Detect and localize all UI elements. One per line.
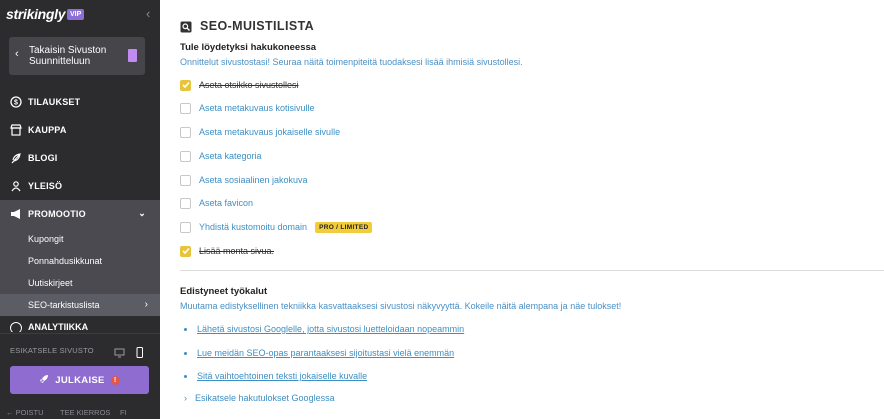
warning-icon: ! xyxy=(110,375,120,385)
sidebar-item-analytics[interactable]: ANALYTIIKKA xyxy=(0,316,160,332)
checklist-item-custom-domain[interactable]: Yhdistä kustomoitu domain PRO / LIMITED xyxy=(180,220,373,234)
checkbox[interactable] xyxy=(180,174,191,186)
chart-icon xyxy=(10,322,22,332)
mobile-icon[interactable] xyxy=(134,345,145,358)
sidebar-subitem-label: Ponnahdusikkunat xyxy=(28,256,103,266)
sidebar-subitem-label: SEO-tarkistuslista xyxy=(28,300,100,310)
sidebar-item-label: ANALYTIIKKA xyxy=(28,322,89,332)
checkbox[interactable] xyxy=(180,126,191,138)
sidebar-subitem-newsletters[interactable]: Uutiskirjeet xyxy=(0,272,160,294)
page-title: SEO-MUISTILISTA xyxy=(200,19,315,33)
checklist-item-favicon[interactable]: Aseta favicon xyxy=(180,196,253,210)
page-title-row: SEO-MUISTILISTA xyxy=(180,17,314,35)
checklist-item-label: Lisää monta sivua. xyxy=(199,246,275,256)
chevron-right-icon: › xyxy=(144,299,148,310)
checklist-item-label[interactable]: Aseta kategoria xyxy=(199,151,262,161)
bullet xyxy=(184,351,187,355)
sidebar-item-label: PROMOOTIO xyxy=(28,209,86,219)
bullet xyxy=(184,327,187,331)
language-selector[interactable]: FI xyxy=(120,408,127,417)
sidebar-subitem-seo-checklist[interactable]: SEO-tarkistuslista › xyxy=(0,294,160,316)
checklist-item-social-image[interactable]: Aseta sosiaalinen jakokuva xyxy=(180,173,308,187)
preview-google-results-toggle[interactable]: › Esikatsele hakutulokset Googlessa xyxy=(184,393,335,403)
dollar-circle-icon: $ xyxy=(10,96,22,108)
checkbox[interactable] xyxy=(180,102,191,114)
checklist-item-label[interactable]: Aseta metakuvaus kotisivulle xyxy=(199,103,315,113)
checklist-item-label[interactable]: Aseta metakuvaus jokaiselle sivulle xyxy=(199,127,340,137)
audience-icon xyxy=(10,180,22,192)
rocket-icon xyxy=(39,374,49,387)
publish-button[interactable]: JULKAISE ! xyxy=(10,366,149,394)
chevron-down-icon: ⌄ xyxy=(138,208,146,218)
link-label[interactable]: Lue meidän SEO-opas parantaaksesi sijoit… xyxy=(197,348,454,358)
checklist-item-label[interactable]: Aseta favicon xyxy=(199,198,253,208)
section-divider xyxy=(180,270,884,271)
expand-label[interactable]: Esikatsele hakutulokset Googlessa xyxy=(195,393,335,403)
preview-site-label: ESIKATSELE SIVUSTO xyxy=(10,346,94,355)
checkbox[interactable] xyxy=(180,221,191,233)
checklist-item-home-meta[interactable]: Aseta metakuvaus kotisivulle xyxy=(180,101,315,115)
link-alt-text[interactable]: Sitä vaihtoehtoinen teksti jokaiselle ku… xyxy=(184,370,367,382)
sidebar: strikingly VIP ‹ ‹ Takaisin Sivuston Suu… xyxy=(0,0,160,419)
checklist-item-label[interactable]: Yhdistä kustomoitu domain xyxy=(199,222,307,232)
link-submit-to-google[interactable]: Lähetä sivustosi Googlelle, jotta sivust… xyxy=(184,323,464,335)
sidebar-item-store[interactable]: KAUPPA xyxy=(0,116,160,144)
checkbox-checked[interactable] xyxy=(180,79,191,91)
sidebar-header: strikingly VIP ‹ xyxy=(0,0,160,30)
section-heading-findable: Tule löydetyksi hakukoneessa xyxy=(180,42,317,53)
quill-icon xyxy=(10,152,22,164)
checkbox[interactable] xyxy=(180,150,191,162)
sidebar-item-promotion[interactable]: PROMOOTIO ⌄ xyxy=(0,200,160,228)
checkbox[interactable] xyxy=(180,197,191,209)
vip-badge: VIP xyxy=(67,9,85,20)
sidebar-item-label: TILAUKSET xyxy=(28,97,81,107)
sidebar-nav: $ TILAUKSET KAUPPA BLOGI YLEISÖ PROMOOTI… xyxy=(0,88,160,332)
section-description-advanced: Muutama edistyksellinen tekniikka kasvat… xyxy=(180,301,622,311)
collapse-sidebar-icon[interactable]: ‹ xyxy=(146,6,150,21)
megaphone-icon xyxy=(10,208,22,220)
checklist-item-label: Aseta otsikko sivustollesi xyxy=(199,80,299,90)
strikingly-logo: strikingly xyxy=(6,6,66,22)
store-icon xyxy=(10,124,22,136)
desktop-icon[interactable] xyxy=(114,345,125,358)
checklist-item-category[interactable]: Aseta kategoria xyxy=(180,149,262,163)
take-tour-link[interactable]: TEE KIERROS xyxy=(60,408,110,417)
exit-link[interactable]: ← POISTU xyxy=(6,408,44,417)
link-label[interactable]: Sitä vaihtoehtoinen teksti jokaiselle ku… xyxy=(197,371,367,381)
sidebar-item-blog[interactable]: BLOGI xyxy=(0,144,160,172)
bullet xyxy=(184,374,187,378)
sidebar-item-label: KAUPPA xyxy=(28,125,67,135)
sidebar-item-label: BLOGI xyxy=(28,153,58,163)
checklist-item-multiple-pages[interactable]: Lisää monta sivua. xyxy=(180,244,274,258)
checklist-item-label[interactable]: Aseta sosiaalinen jakokuva xyxy=(199,175,308,185)
sidebar-subitem-label: Kupongit xyxy=(28,234,64,244)
preview-row: ESIKATSELE SIVUSTO xyxy=(10,344,150,358)
chevron-right-icon: › xyxy=(184,393,187,403)
back-to-editor-button[interactable]: ‹ Takaisin Sivuston Suunnitteluun xyxy=(9,37,145,75)
chevron-left-icon: ‹ xyxy=(15,48,19,60)
link-label[interactable]: Lähetä sivustosi Googlelle, jotta sivust… xyxy=(197,324,464,334)
sidebar-bottom: ESIKATSELE SIVUSTO JULKAISE ! ← POISTU T… xyxy=(0,333,160,419)
sidebar-item-label: YLEISÖ xyxy=(28,181,63,191)
sidebar-subitem-label: Uutiskirjeet xyxy=(28,278,73,288)
sidebar-footer: ← POISTU TEE KIERROS FI xyxy=(0,406,160,419)
back-button-label: Takaisin Sivuston Suunnitteluun xyxy=(29,45,107,67)
page-icon xyxy=(128,49,137,62)
sidebar-item-audience[interactable]: YLEISÖ xyxy=(0,172,160,200)
pro-limited-badge: PRO / LIMITED xyxy=(315,221,373,233)
search-icon xyxy=(180,20,192,33)
main-content: SEO-MUISTILISTA Tule löydetyksi hakukone… xyxy=(160,0,884,419)
sidebar-item-orders[interactable]: $ TILAUKSET xyxy=(0,88,160,116)
section-heading-advanced: Edistyneet työkalut xyxy=(180,286,268,297)
app-window: strikingly VIP ‹ ‹ Takaisin Sivuston Suu… xyxy=(0,0,884,419)
checklist-item-site-title[interactable]: Aseta otsikko sivustollesi xyxy=(180,78,299,92)
sidebar-subitem-coupons[interactable]: Kupongit xyxy=(0,228,160,250)
publish-label: JULKAISE xyxy=(55,374,105,386)
sidebar-subitem-popups[interactable]: Ponnahdusikkunat xyxy=(0,250,160,272)
svg-text:$: $ xyxy=(14,100,18,107)
checkbox-checked[interactable] xyxy=(180,245,191,257)
checklist-item-page-meta[interactable]: Aseta metakuvaus jokaiselle sivulle xyxy=(180,125,340,139)
link-seo-guide[interactable]: Lue meidän SEO-opas parantaaksesi sijoit… xyxy=(184,347,454,359)
section-description-findable: Onnittelut sivustostasi! Seuraa näitä to… xyxy=(180,57,523,67)
